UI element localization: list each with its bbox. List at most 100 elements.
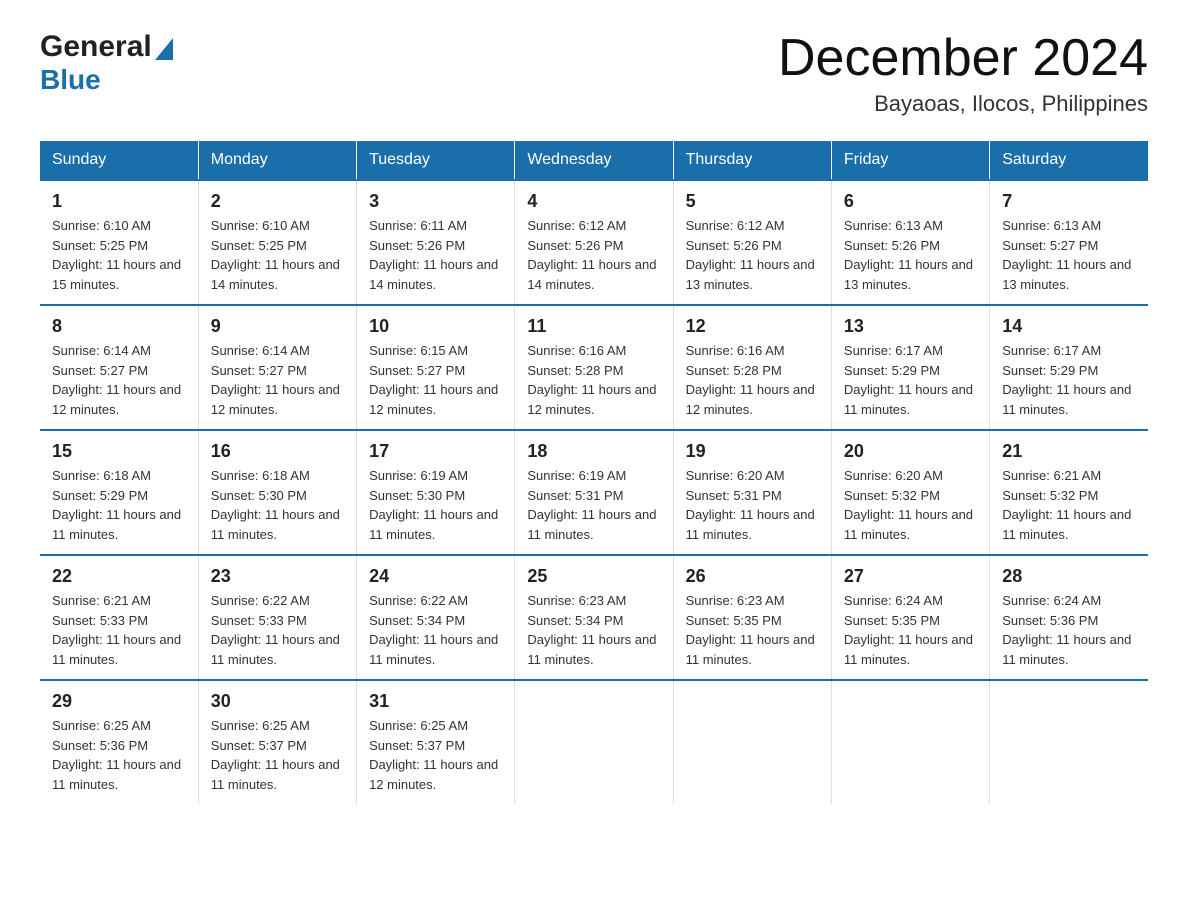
logo-general-text: General xyxy=(40,30,152,64)
day-cell-30: 30 Sunrise: 6:25 AM Sunset: 5:37 PM Dayl… xyxy=(198,680,356,804)
day-number: 6 xyxy=(844,191,977,212)
day-info: Sunrise: 6:22 AM Sunset: 5:34 PM Dayligh… xyxy=(369,591,502,669)
day-number: 2 xyxy=(211,191,344,212)
day-header-friday: Friday xyxy=(831,141,989,180)
day-number: 12 xyxy=(686,316,819,337)
day-number: 14 xyxy=(1002,316,1136,337)
day-number: 9 xyxy=(211,316,344,337)
week-row-3: 15 Sunrise: 6:18 AM Sunset: 5:29 PM Dayl… xyxy=(40,430,1148,555)
day-info: Sunrise: 6:19 AM Sunset: 5:31 PM Dayligh… xyxy=(527,466,660,544)
page-header: General Blue December 2024 Bayaoas, Iloc… xyxy=(40,30,1148,117)
day-info: Sunrise: 6:25 AM Sunset: 5:37 PM Dayligh… xyxy=(369,716,502,794)
day-info: Sunrise: 6:24 AM Sunset: 5:36 PM Dayligh… xyxy=(1002,591,1136,669)
calendar-table: SundayMondayTuesdayWednesdayThursdayFrid… xyxy=(40,141,1148,804)
day-cell-27: 27 Sunrise: 6:24 AM Sunset: 5:35 PM Dayl… xyxy=(831,555,989,680)
day-cell-25: 25 Sunrise: 6:23 AM Sunset: 5:34 PM Dayl… xyxy=(515,555,673,680)
day-info: Sunrise: 6:18 AM Sunset: 5:30 PM Dayligh… xyxy=(211,466,344,544)
day-info: Sunrise: 6:25 AM Sunset: 5:37 PM Dayligh… xyxy=(211,716,344,794)
day-info: Sunrise: 6:10 AM Sunset: 5:25 PM Dayligh… xyxy=(211,216,344,294)
calendar-title: December 2024 xyxy=(778,30,1148,87)
day-cell-5: 5 Sunrise: 6:12 AM Sunset: 5:26 PM Dayli… xyxy=(673,180,831,305)
day-number: 27 xyxy=(844,566,977,587)
day-header-saturday: Saturday xyxy=(990,141,1148,180)
empty-cell xyxy=(990,680,1148,804)
day-number: 16 xyxy=(211,441,344,462)
day-info: Sunrise: 6:17 AM Sunset: 5:29 PM Dayligh… xyxy=(844,341,977,419)
week-row-2: 8 Sunrise: 6:14 AM Sunset: 5:27 PM Dayli… xyxy=(40,305,1148,430)
day-cell-13: 13 Sunrise: 6:17 AM Sunset: 5:29 PM Dayl… xyxy=(831,305,989,430)
day-info: Sunrise: 6:16 AM Sunset: 5:28 PM Dayligh… xyxy=(527,341,660,419)
day-cell-19: 19 Sunrise: 6:20 AM Sunset: 5:31 PM Dayl… xyxy=(673,430,831,555)
day-cell-9: 9 Sunrise: 6:14 AM Sunset: 5:27 PM Dayli… xyxy=(198,305,356,430)
day-info: Sunrise: 6:25 AM Sunset: 5:36 PM Dayligh… xyxy=(52,716,186,794)
day-info: Sunrise: 6:12 AM Sunset: 5:26 PM Dayligh… xyxy=(527,216,660,294)
day-cell-6: 6 Sunrise: 6:13 AM Sunset: 5:26 PM Dayli… xyxy=(831,180,989,305)
day-cell-16: 16 Sunrise: 6:18 AM Sunset: 5:30 PM Dayl… xyxy=(198,430,356,555)
day-cell-10: 10 Sunrise: 6:15 AM Sunset: 5:27 PM Dayl… xyxy=(357,305,515,430)
day-info: Sunrise: 6:14 AM Sunset: 5:27 PM Dayligh… xyxy=(211,341,344,419)
week-row-5: 29 Sunrise: 6:25 AM Sunset: 5:36 PM Dayl… xyxy=(40,680,1148,804)
logo-blue-text: Blue xyxy=(40,66,101,94)
day-cell-17: 17 Sunrise: 6:19 AM Sunset: 5:30 PM Dayl… xyxy=(357,430,515,555)
day-number: 21 xyxy=(1002,441,1136,462)
day-number: 29 xyxy=(52,691,186,712)
day-cell-26: 26 Sunrise: 6:23 AM Sunset: 5:35 PM Dayl… xyxy=(673,555,831,680)
day-info: Sunrise: 6:12 AM Sunset: 5:26 PM Dayligh… xyxy=(686,216,819,294)
day-cell-21: 21 Sunrise: 6:21 AM Sunset: 5:32 PM Dayl… xyxy=(990,430,1148,555)
day-cell-23: 23 Sunrise: 6:22 AM Sunset: 5:33 PM Dayl… xyxy=(198,555,356,680)
day-number: 3 xyxy=(369,191,502,212)
day-info: Sunrise: 6:18 AM Sunset: 5:29 PM Dayligh… xyxy=(52,466,186,544)
day-cell-3: 3 Sunrise: 6:11 AM Sunset: 5:26 PM Dayli… xyxy=(357,180,515,305)
day-number: 8 xyxy=(52,316,186,337)
day-info: Sunrise: 6:16 AM Sunset: 5:28 PM Dayligh… xyxy=(686,341,819,419)
day-number: 17 xyxy=(369,441,502,462)
day-cell-28: 28 Sunrise: 6:24 AM Sunset: 5:36 PM Dayl… xyxy=(990,555,1148,680)
day-header-monday: Monday xyxy=(198,141,356,180)
day-cell-1: 1 Sunrise: 6:10 AM Sunset: 5:25 PM Dayli… xyxy=(40,180,198,305)
empty-cell xyxy=(673,680,831,804)
day-number: 28 xyxy=(1002,566,1136,587)
day-number: 15 xyxy=(52,441,186,462)
day-number: 24 xyxy=(369,566,502,587)
day-info: Sunrise: 6:23 AM Sunset: 5:34 PM Dayligh… xyxy=(527,591,660,669)
day-cell-24: 24 Sunrise: 6:22 AM Sunset: 5:34 PM Dayl… xyxy=(357,555,515,680)
day-cell-7: 7 Sunrise: 6:13 AM Sunset: 5:27 PM Dayli… xyxy=(990,180,1148,305)
day-info: Sunrise: 6:11 AM Sunset: 5:26 PM Dayligh… xyxy=(369,216,502,294)
calendar-header: SundayMondayTuesdayWednesdayThursdayFrid… xyxy=(40,141,1148,180)
day-number: 23 xyxy=(211,566,344,587)
day-number: 30 xyxy=(211,691,344,712)
day-info: Sunrise: 6:24 AM Sunset: 5:35 PM Dayligh… xyxy=(844,591,977,669)
day-cell-18: 18 Sunrise: 6:19 AM Sunset: 5:31 PM Dayl… xyxy=(515,430,673,555)
day-number: 19 xyxy=(686,441,819,462)
day-info: Sunrise: 6:20 AM Sunset: 5:32 PM Dayligh… xyxy=(844,466,977,544)
day-number: 1 xyxy=(52,191,186,212)
day-number: 11 xyxy=(527,316,660,337)
day-info: Sunrise: 6:13 AM Sunset: 5:27 PM Dayligh… xyxy=(1002,216,1136,294)
day-number: 7 xyxy=(1002,191,1136,212)
day-number: 5 xyxy=(686,191,819,212)
day-info: Sunrise: 6:22 AM Sunset: 5:33 PM Dayligh… xyxy=(211,591,344,669)
logo: General Blue xyxy=(40,30,173,94)
day-cell-20: 20 Sunrise: 6:20 AM Sunset: 5:32 PM Dayl… xyxy=(831,430,989,555)
day-cell-22: 22 Sunrise: 6:21 AM Sunset: 5:33 PM Dayl… xyxy=(40,555,198,680)
day-info: Sunrise: 6:23 AM Sunset: 5:35 PM Dayligh… xyxy=(686,591,819,669)
day-number: 26 xyxy=(686,566,819,587)
day-cell-8: 8 Sunrise: 6:14 AM Sunset: 5:27 PM Dayli… xyxy=(40,305,198,430)
day-cell-29: 29 Sunrise: 6:25 AM Sunset: 5:36 PM Dayl… xyxy=(40,680,198,804)
day-info: Sunrise: 6:10 AM Sunset: 5:25 PM Dayligh… xyxy=(52,216,186,294)
day-header-thursday: Thursday xyxy=(673,141,831,180)
day-info: Sunrise: 6:15 AM Sunset: 5:27 PM Dayligh… xyxy=(369,341,502,419)
day-info: Sunrise: 6:21 AM Sunset: 5:33 PM Dayligh… xyxy=(52,591,186,669)
day-number: 25 xyxy=(527,566,660,587)
empty-cell xyxy=(831,680,989,804)
day-number: 20 xyxy=(844,441,977,462)
day-header-tuesday: Tuesday xyxy=(357,141,515,180)
day-header-sunday: Sunday xyxy=(40,141,198,180)
week-row-1: 1 Sunrise: 6:10 AM Sunset: 5:25 PM Dayli… xyxy=(40,180,1148,305)
calendar-subtitle: Bayaoas, Ilocos, Philippines xyxy=(778,91,1148,117)
day-number: 18 xyxy=(527,441,660,462)
day-cell-11: 11 Sunrise: 6:16 AM Sunset: 5:28 PM Dayl… xyxy=(515,305,673,430)
day-number: 13 xyxy=(844,316,977,337)
logo-triangle-icon xyxy=(155,38,173,60)
day-info: Sunrise: 6:14 AM Sunset: 5:27 PM Dayligh… xyxy=(52,341,186,419)
